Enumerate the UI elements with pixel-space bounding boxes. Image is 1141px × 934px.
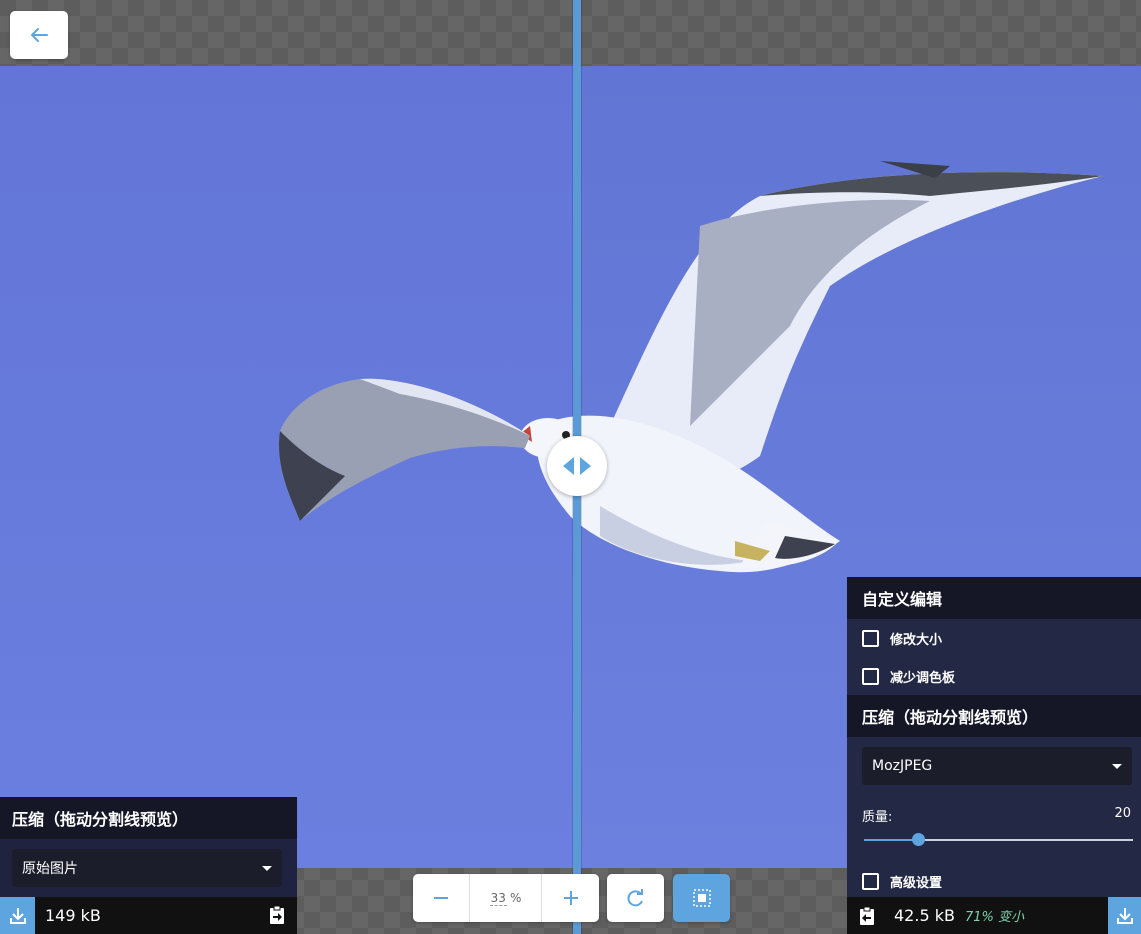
download-icon	[9, 907, 26, 924]
back-button[interactable]	[10, 11, 68, 59]
right-encoder-select[interactable]: MozJPEG	[862, 747, 1132, 785]
edit-section-title: 自定义编辑	[847, 577, 1141, 619]
left-encoder-select[interactable]: 原始图片	[12, 849, 282, 887]
resize-label: 修改大小	[890, 632, 943, 648]
zoom-value[interactable]: 33	[489, 891, 507, 906]
quality-label: 质量:	[862, 810, 893, 825]
zoom-out-button[interactable]	[413, 874, 470, 922]
advanced-settings-label: 高级设置	[890, 875, 943, 891]
minus-icon	[434, 897, 448, 899]
left-encoder-value: 原始图片	[22, 861, 78, 877]
rotate-icon	[627, 889, 643, 907]
advanced-settings-checkbox[interactable]	[862, 872, 879, 890]
reduce-palette-option[interactable]: 减少调色板	[847, 657, 1141, 695]
quality-slider[interactable]	[864, 833, 1133, 846]
quality-slider-thumb[interactable]	[911, 833, 925, 846]
left-download-button[interactable]	[0, 897, 35, 934]
reduce-palette-label: 减少调色板	[890, 670, 956, 686]
background-toggle-button[interactable]	[673, 874, 730, 922]
right-encoder-value: MozJPEG	[872, 758, 933, 774]
zoom-toolbar: 33 %	[413, 874, 730, 922]
rotate-button[interactable]	[607, 874, 664, 922]
resize-option[interactable]: 修改大小	[847, 619, 1141, 657]
clipboard-arrow-left-icon[interactable]	[857, 906, 877, 926]
quality-value[interactable]: 20	[1114, 806, 1131, 825]
compress-section-title: 压缩（拖动分割线预览）	[847, 695, 1141, 737]
compressed-options-panel: 自定义编辑 修改大小 减少调色板 压缩（拖动分割线预览） MozJPEG 质量:…	[847, 577, 1141, 934]
background-toggle-icon	[692, 889, 711, 907]
zoom-level[interactable]: 33 %	[470, 874, 542, 922]
download-icon	[1116, 907, 1133, 924]
zoom-unit: %	[509, 891, 522, 905]
right-file-size: 42.5 kB	[894, 906, 955, 925]
advanced-settings-option[interactable]: 高级设置	[847, 862, 1141, 900]
arrow-left-icon	[31, 28, 48, 42]
plus-icon	[563, 891, 578, 905]
split-arrows-icon	[563, 457, 591, 475]
left-size-bar: 149 kB	[0, 897, 297, 934]
divider-handle[interactable]	[547, 436, 607, 496]
zoom-in-button[interactable]	[542, 874, 599, 922]
left-panel-title: 压缩（拖动分割线预览）	[0, 797, 297, 839]
chevron-down-icon	[1112, 764, 1122, 769]
right-size-bar: 42.5 kB 71% 变小	[847, 897, 1141, 934]
resize-checkbox[interactable]	[862, 629, 879, 647]
quality-row: 质量: 20	[847, 806, 1141, 825]
size-savings: 71% 变小	[964, 910, 1024, 925]
zoom-controls: 33 %	[413, 874, 599, 922]
quality-slider-fill	[864, 839, 918, 841]
chevron-down-icon	[262, 866, 272, 871]
left-file-size: 149 kB	[45, 906, 101, 925]
reduce-palette-checkbox[interactable]	[862, 667, 879, 685]
right-download-button[interactable]	[1108, 897, 1141, 934]
clipboard-arrow-right-icon[interactable]	[267, 905, 287, 925]
